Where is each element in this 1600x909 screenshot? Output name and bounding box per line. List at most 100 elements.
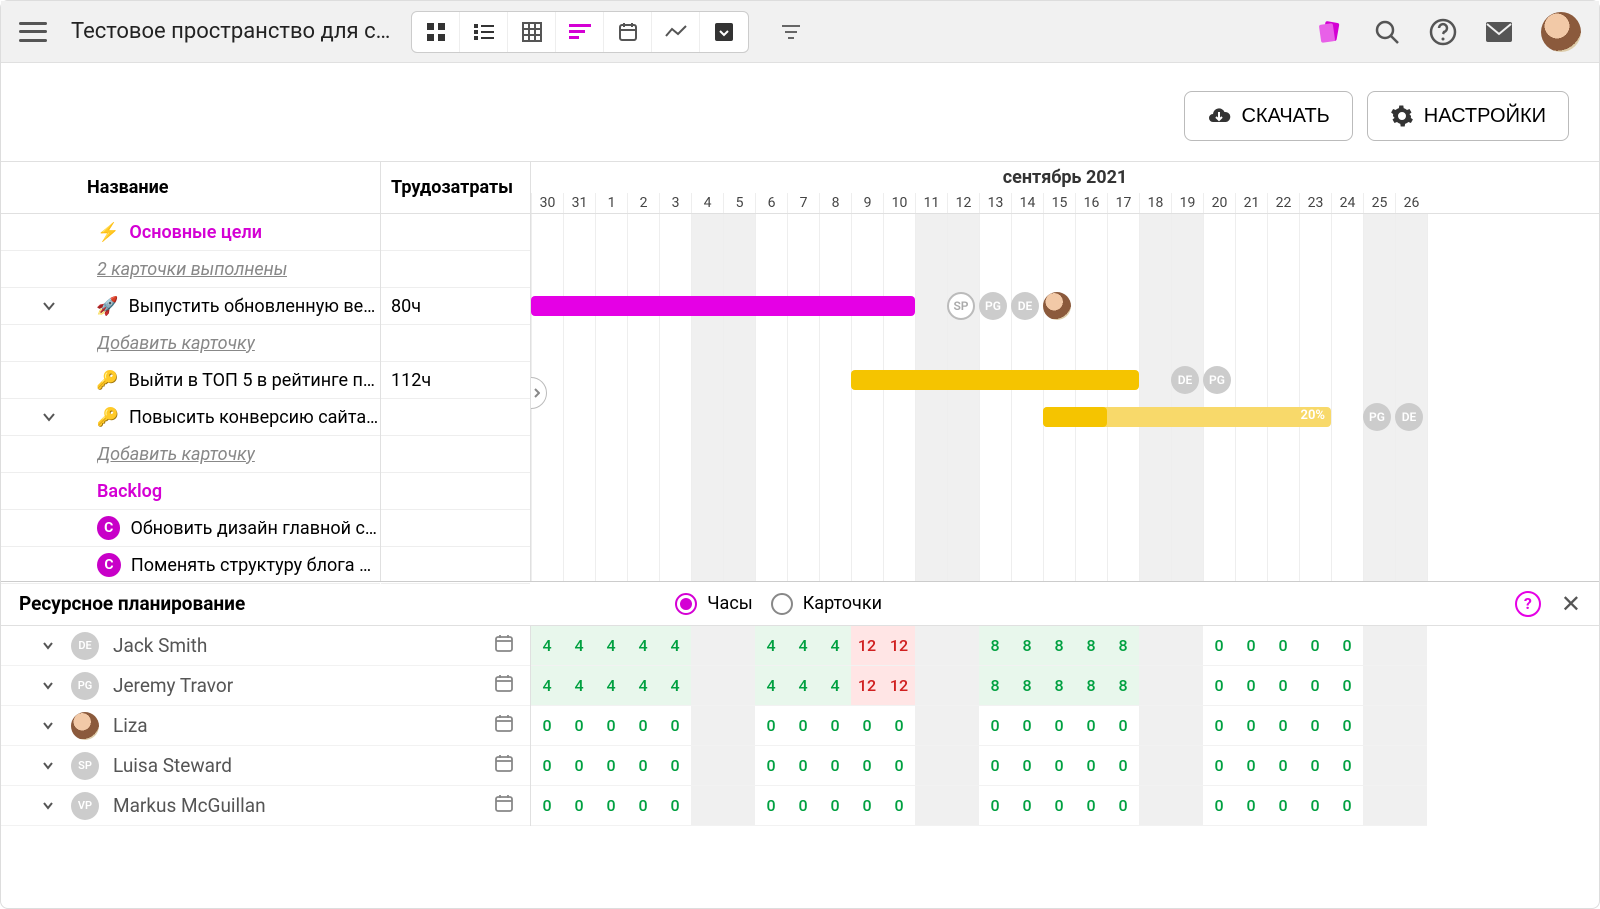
resource-cell[interactable]: 0 [755, 786, 787, 826]
resource-cell[interactable]: 0 [979, 706, 1011, 746]
resource-cell[interactable]: 0 [979, 746, 1011, 786]
resource-cell[interactable] [1395, 706, 1427, 746]
resource-cell[interactable]: 8 [1043, 626, 1075, 666]
calendar-icon[interactable] [494, 673, 514, 698]
resource-cell[interactable]: 0 [659, 786, 691, 826]
resource-cell[interactable]: 0 [755, 746, 787, 786]
timeline-day[interactable]: 19 [1171, 193, 1203, 213]
gantt-row[interactable]: CОбновить дизайн главной ст… [1, 510, 380, 547]
resource-cell[interactable]: 4 [627, 626, 659, 666]
resource-cell[interactable]: 4 [787, 666, 819, 706]
resource-cell[interactable] [691, 666, 723, 706]
search-icon[interactable] [1373, 18, 1401, 46]
timeline-day[interactable]: 30 [531, 193, 563, 213]
resource-cell[interactable]: 8 [1107, 666, 1139, 706]
resource-cell[interactable]: 4 [787, 626, 819, 666]
resource-cell[interactable]: 0 [1107, 786, 1139, 826]
gantt-bar[interactable] [531, 296, 915, 316]
resource-cell[interactable]: 8 [1011, 666, 1043, 706]
resource-cell[interactable] [1171, 666, 1203, 706]
resource-cell[interactable] [691, 626, 723, 666]
calendar-icon[interactable] [494, 753, 514, 778]
resource-cell[interactable]: 0 [563, 746, 595, 786]
calendar-icon[interactable] [494, 633, 514, 658]
resource-cell[interactable] [1171, 746, 1203, 786]
chevron-down-icon[interactable] [39, 716, 57, 736]
gantt-effort-cell[interactable] [381, 214, 530, 251]
gantt-row[interactable]: 🔑Выйти в ТОП 5 в рейтинге по… [1, 362, 380, 399]
resource-cell[interactable] [723, 666, 755, 706]
assignee-avatar[interactable] [1043, 292, 1071, 320]
assignee-avatar[interactable]: DE [1011, 292, 1039, 320]
view-gantt[interactable] [556, 12, 604, 52]
settings-button[interactable]: НАСТРОЙКИ [1367, 91, 1569, 141]
resource-cell[interactable]: 4 [531, 626, 563, 666]
gantt-row[interactable]: 🔑Повысить конверсию сайта … [1, 399, 380, 436]
space-title[interactable]: Тестовое пространство для с… [71, 19, 391, 44]
timeline-day[interactable]: 9 [851, 193, 883, 213]
resource-row[interactable]: Liza [1, 706, 530, 746]
resource-cell[interactable]: 0 [979, 786, 1011, 826]
resource-cell[interactable] [915, 786, 947, 826]
resource-cell[interactable]: 4 [563, 626, 595, 666]
resource-cell[interactable]: 0 [787, 706, 819, 746]
timeline-day[interactable]: 11 [915, 193, 947, 213]
resource-cell[interactable]: 0 [1299, 626, 1331, 666]
resource-cell[interactable]: 0 [883, 746, 915, 786]
chevron-down-icon[interactable] [39, 407, 59, 427]
resource-cell[interactable]: 4 [755, 626, 787, 666]
resource-cell[interactable]: 12 [883, 626, 915, 666]
resource-cell[interactable]: 0 [595, 746, 627, 786]
resource-cell[interactable]: 0 [819, 706, 851, 746]
resource-cell[interactable]: 0 [1299, 786, 1331, 826]
resource-row[interactable]: DEJack Smith [1, 626, 530, 666]
resource-cell[interactable]: 0 [1203, 626, 1235, 666]
resource-cell[interactable]: 0 [595, 786, 627, 826]
resource-cell[interactable] [1363, 746, 1395, 786]
gantt-effort-cell[interactable] [381, 251, 530, 288]
chevron-down-icon[interactable] [39, 296, 59, 316]
resource-cell[interactable]: 0 [851, 786, 883, 826]
timeline-day[interactable]: 7 [787, 193, 819, 213]
resource-cell[interactable]: 0 [1235, 706, 1267, 746]
resource-cell[interactable] [1395, 666, 1427, 706]
resource-cell[interactable]: 0 [1299, 746, 1331, 786]
resource-cell[interactable]: 4 [819, 666, 851, 706]
resource-cell[interactable]: 0 [531, 786, 563, 826]
download-button[interactable]: СКАЧАТЬ [1184, 91, 1352, 141]
resource-cell[interactable]: 0 [1043, 746, 1075, 786]
resource-cell[interactable]: 12 [883, 666, 915, 706]
resource-cell[interactable] [1139, 706, 1171, 746]
resource-cell[interactable] [1395, 786, 1427, 826]
timeline-day[interactable]: 18 [1139, 193, 1171, 213]
gantt-row[interactable]: Добавить карточку [1, 325, 380, 362]
gantt-bar[interactable] [851, 370, 1139, 390]
resource-cell[interactable]: 0 [851, 706, 883, 746]
chevron-down-icon[interactable] [39, 796, 57, 816]
resource-cell[interactable]: 0 [1011, 786, 1043, 826]
resource-cell[interactable]: 8 [1011, 626, 1043, 666]
resource-cell[interactable] [1171, 786, 1203, 826]
resource-cell[interactable]: 0 [1267, 666, 1299, 706]
resource-cell[interactable]: 0 [563, 706, 595, 746]
resource-cell[interactable]: 0 [531, 746, 563, 786]
resource-cell[interactable]: 0 [531, 706, 563, 746]
timeline-day[interactable]: 17 [1107, 193, 1139, 213]
resource-cell[interactable]: 0 [1075, 706, 1107, 746]
resource-cell[interactable]: 0 [819, 746, 851, 786]
gantt-effort-cell[interactable]: 112ч [381, 362, 530, 399]
timeline-day[interactable]: 15 [1043, 193, 1075, 213]
view-archive[interactable] [700, 12, 748, 52]
timeline-day[interactable]: 2 [627, 193, 659, 213]
resource-cell[interactable]: 0 [1331, 746, 1363, 786]
chevron-down-icon[interactable] [39, 636, 57, 656]
resource-cell[interactable] [691, 746, 723, 786]
resource-cell[interactable] [1363, 626, 1395, 666]
resource-cell[interactable]: 0 [1203, 666, 1235, 706]
resource-cell[interactable]: 0 [1235, 786, 1267, 826]
resource-cell[interactable]: 4 [627, 666, 659, 706]
timeline-day[interactable]: 24 [1331, 193, 1363, 213]
mail-icon[interactable] [1485, 18, 1513, 46]
resource-cell[interactable]: 0 [659, 706, 691, 746]
resource-cell[interactable] [915, 666, 947, 706]
